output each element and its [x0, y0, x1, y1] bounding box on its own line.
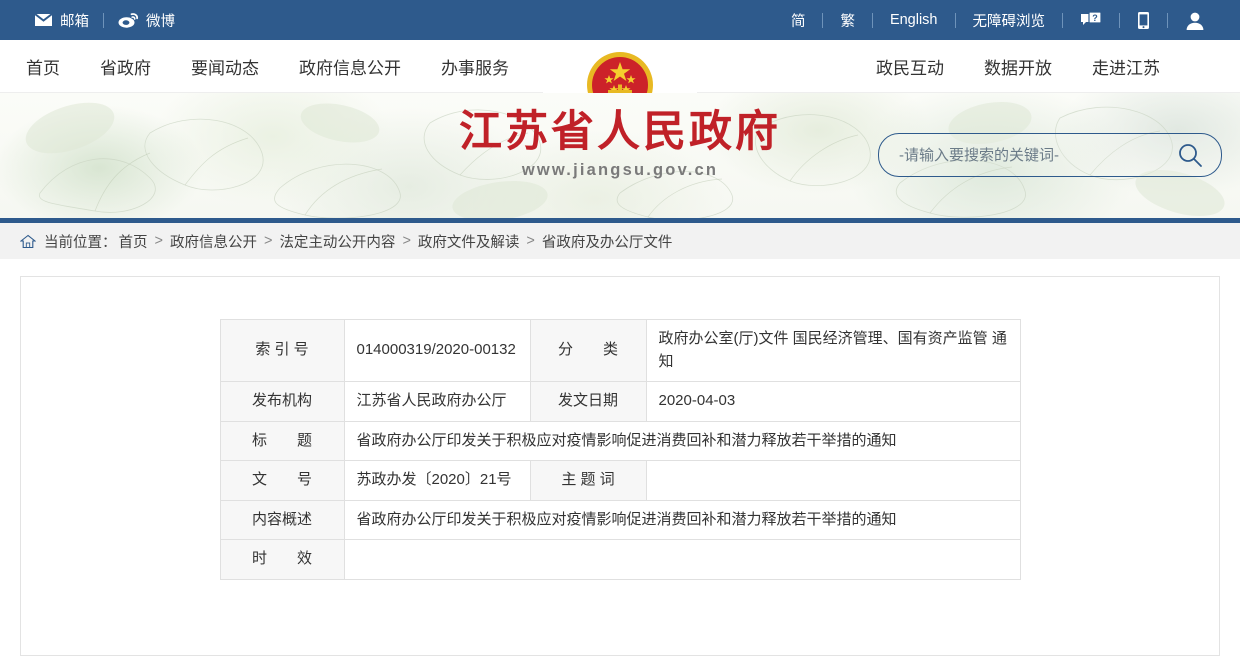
mail-icon: [34, 13, 53, 27]
lang-english-link[interactable]: English: [873, 12, 955, 28]
nav-item-services[interactable]: 办事服务: [421, 54, 529, 79]
value-index-number: 014000319/2020-00132: [344, 320, 530, 382]
value-classification: 政府办公室(厅)文件 国民经济管理、国有资产监管 通知: [646, 320, 1020, 382]
value-title: 省政府办公厅印发关于积极应对疫情影响促进消费回补和潜力释放若干举措的通知: [344, 421, 1020, 461]
site-banner: 江苏省人民政府 www.jiangsu.gov.cn: [0, 93, 1240, 218]
nav-item-gov-public-interaction[interactable]: 政民互动: [856, 54, 964, 79]
topbar-right-group: 简 繁 English 无障碍浏览 ?: [774, 10, 1222, 31]
nav-item-open-data[interactable]: 数据开放: [964, 54, 1072, 79]
label-validity: 时 效: [220, 540, 344, 580]
breadcrumb-item-home[interactable]: 首页: [119, 231, 148, 252]
table-row: 文 号 苏政办发〔2020〕21号 主 题 词: [220, 461, 1020, 501]
table-row: 发布机构 江苏省人民政府办公厅 发文日期 2020-04-03: [220, 382, 1020, 422]
nav-item-about-jiangsu[interactable]: 走进江苏: [1072, 54, 1180, 79]
breadcrumb-item-documents[interactable]: 政府文件及解读: [418, 231, 520, 252]
table-row: 索 引 号 014000319/2020-00132 分 类 政府办公室(厅)文…: [220, 320, 1020, 382]
user-account-button[interactable]: [1168, 11, 1222, 30]
document-metadata-table: 索 引 号 014000319/2020-00132 分 类 政府办公室(厅)文…: [220, 319, 1021, 580]
nav-left-group: 首页 省政府 要闻动态 政府信息公开 办事服务: [8, 54, 529, 79]
value-summary: 省政府办公厅印发关于积极应对疫情影响促进消费回补和潜力释放若干举措的通知: [344, 500, 1020, 540]
lang-simplified-link[interactable]: 简: [774, 10, 823, 31]
nav-right-group: 政民互动 数据开放 走进江苏: [856, 54, 1180, 79]
lang-traditional-link[interactable]: 繁: [823, 10, 872, 31]
top-utility-bar: 邮箱 微博 简 繁 English 无障碍浏览: [0, 0, 1240, 40]
label-issuing-agency: 发布机构: [220, 382, 344, 422]
label-document-number: 文 号: [220, 461, 344, 501]
table-row: 内容概述 省政府办公厅印发关于积极应对疫情影响促进消费回补和潜力释放若干举措的通…: [220, 500, 1020, 540]
breadcrumb-separator: >: [402, 233, 410, 249]
mobile-site-button[interactable]: [1120, 11, 1167, 30]
label-subject-terms: 主 题 词: [530, 461, 646, 501]
nav-item-home[interactable]: 首页: [8, 54, 80, 79]
breadcrumb-item-info-disclosure[interactable]: 政府信息公开: [170, 231, 257, 252]
user-icon: [1185, 11, 1205, 30]
page-title: 江苏省人民政府: [320, 109, 920, 157]
weibo-link[interactable]: 微博: [104, 10, 189, 31]
breadcrumb-item-current[interactable]: 省政府及办公厅文件: [542, 231, 673, 252]
label-title: 标 题: [220, 421, 344, 461]
mobile-icon: [1137, 11, 1150, 30]
table-row: 时 效: [220, 540, 1020, 580]
value-validity: [344, 540, 1020, 580]
site-url: www.jiangsu.gov.cn: [320, 161, 920, 180]
topbar-left-group: 邮箱 微博: [20, 10, 189, 31]
site-title-block: 江苏省人民政府 www.jiangsu.gov.cn: [320, 109, 920, 180]
nav-item-news[interactable]: 要闻动态: [171, 54, 279, 79]
svg-text:?: ?: [1092, 13, 1098, 23]
chat-help-icon: ?: [1080, 11, 1102, 29]
weibo-label: 微博: [146, 10, 175, 31]
value-issuing-agency: 江苏省人民政府办公厅: [344, 382, 530, 422]
nav-item-government-info-disclosure[interactable]: 政府信息公开: [279, 54, 421, 79]
content-panel: 索 引 号 014000319/2020-00132 分 类 政府办公室(厅)文…: [20, 276, 1220, 656]
value-document-number: 苏政办发〔2020〕21号: [344, 461, 530, 501]
search-button[interactable]: [1171, 142, 1221, 168]
breadcrumb: 当前位置： 首页 > 政府信息公开 > 法定主动公开内容 > 政府文件及解读 >…: [0, 223, 1240, 259]
table-row: 标 题 省政府办公厅印发关于积极应对疫情影响促进消费回补和潜力释放若干举措的通知: [220, 421, 1020, 461]
weibo-icon: [118, 13, 139, 28]
label-issue-date: 发文日期: [530, 382, 646, 422]
mailbox-label: 邮箱: [60, 10, 89, 31]
accessibility-link[interactable]: 无障碍浏览: [956, 10, 1063, 31]
label-classification: 分 类: [530, 320, 646, 382]
breadcrumb-separator: >: [264, 233, 272, 249]
breadcrumb-separator: >: [155, 233, 163, 249]
home-icon: [20, 234, 36, 249]
value-subject-terms: [646, 461, 1020, 501]
label-index-number: 索 引 号: [220, 320, 344, 382]
search-icon: [1177, 142, 1203, 168]
value-issue-date: 2020-04-03: [646, 382, 1020, 422]
nav-item-provincial-government[interactable]: 省政府: [80, 54, 171, 79]
mailbox-link[interactable]: 邮箱: [20, 10, 103, 31]
chat-help-button[interactable]: ?: [1063, 11, 1119, 29]
main-navigation: 首页 省政府 要闻动态 政府信息公开 办事服务: [0, 40, 1240, 93]
search-box[interactable]: [878, 133, 1222, 177]
breadcrumb-label: 当前位置：: [44, 231, 117, 252]
label-summary: 内容概述: [220, 500, 344, 540]
breadcrumb-item-statutory-content[interactable]: 法定主动公开内容: [279, 231, 395, 252]
breadcrumb-separator: >: [526, 233, 534, 249]
search-input[interactable]: [879, 147, 1171, 164]
